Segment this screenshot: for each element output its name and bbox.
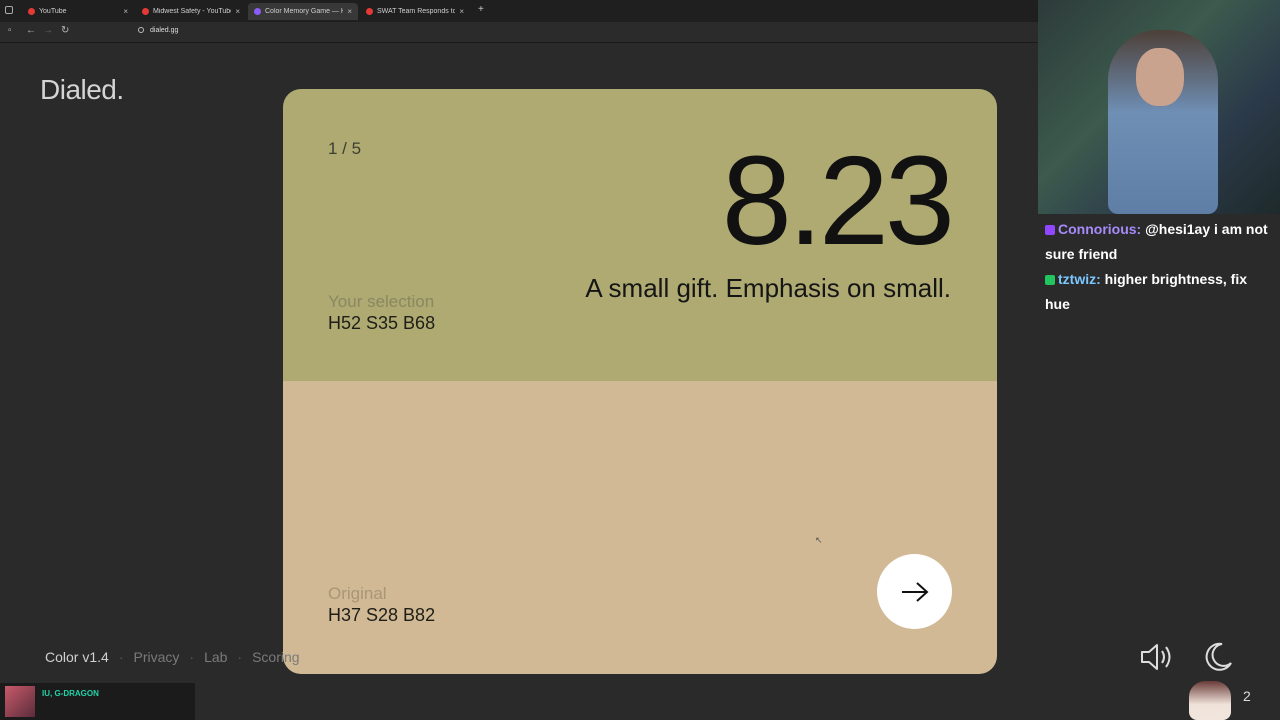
tab-menu-icon[interactable] [5, 6, 13, 14]
selection-value: H52 S35 B68 [328, 313, 436, 333]
next-round-button[interactable] [877, 554, 952, 629]
webcam-overlay [1038, 0, 1280, 214]
tab-title: SWAT Team Responds to Man's [377, 8, 456, 15]
viewer-avatar [1189, 681, 1231, 720]
back-icon[interactable]: ← [26, 25, 36, 36]
now-playing-widget: IU, G-DRAGON [0, 683, 195, 720]
speaker-icon[interactable] [1139, 641, 1175, 673]
logo[interactable]: Dialed. [40, 74, 124, 106]
tab-color-memory-game[interactable]: Color Memory Game — H × [248, 3, 358, 20]
footer-separator: · [189, 649, 195, 665]
round-counter: 1 / 5 [328, 139, 362, 158]
site-info-icon[interactable] [138, 27, 144, 33]
new-tab-icon[interactable]: + [478, 4, 484, 15]
close-tab-icon[interactable]: × [123, 7, 128, 16]
selection-label: Your selection [328, 292, 435, 311]
tab-swat-team[interactable]: SWAT Team Responds to Man's × [360, 3, 470, 20]
result-card: 1 / 5 8.23 A small gift. Emphasis on sma… [283, 89, 997, 674]
footer-scoring-link[interactable]: Scoring [252, 649, 299, 665]
twitch-badge-icon [1045, 225, 1055, 235]
streamer-face [1136, 48, 1184, 106]
reload-icon[interactable]: ↻ [61, 25, 69, 36]
album-art [5, 686, 35, 717]
tab-title: YouTube [39, 8, 67, 15]
original-label: Original [328, 584, 387, 603]
chat-username: tztwiz: [1058, 271, 1101, 287]
browser-tab-bar: YouTube × Midwest Safety - YouTube × Col… [0, 0, 1040, 22]
selection-swatch: 1 / 5 8.23 A small gift. Emphasis on sma… [283, 89, 997, 381]
close-tab-icon[interactable]: × [235, 7, 240, 16]
close-tab-icon[interactable]: × [347, 7, 352, 16]
footer-separator: · [118, 649, 124, 665]
chat-overlay: Connorious: @hesi1ay i am not sure frien… [1045, 217, 1275, 317]
youtube-favicon-icon [366, 8, 373, 15]
score-value: 8.23 [721, 130, 955, 271]
score-tagline: A small gift. Emphasis on small. [585, 273, 951, 303]
youtube-favicon-icon [28, 8, 35, 15]
close-tab-icon[interactable]: × [459, 7, 464, 16]
tab-midwest-safety[interactable]: Midwest Safety - YouTube × [136, 3, 246, 20]
address-bar: ▫ ← → ↻ dialed.gg [0, 22, 1040, 43]
moon-icon[interactable] [1200, 641, 1234, 673]
youtube-favicon-icon [142, 8, 149, 15]
original-swatch: Original H37 S28 B82 [283, 381, 997, 674]
tab-title: Midwest Safety - YouTube [153, 8, 232, 15]
mouse-cursor-icon: ↖ [815, 535, 823, 545]
url-field[interactable]: dialed.gg [150, 27, 178, 34]
tab-youtube[interactable]: YouTube × [22, 3, 134, 20]
dialed-favicon-icon [254, 8, 261, 15]
footer-nav: Color v1.4 · Privacy · Lab · Scoring [45, 649, 300, 665]
tab-title: Color Memory Game — H [265, 8, 344, 15]
now-playing-title: IU, G-DRAGON [42, 689, 99, 698]
chat-message: Connorious: @hesi1ay i am not sure frien… [1045, 217, 1275, 267]
chat-message: tztwiz: higher brightness, fix hue [1045, 267, 1275, 317]
footer-version-link[interactable]: Color v1.4 [45, 649, 109, 665]
arrow-right-icon [901, 581, 928, 602]
footer-lab-link[interactable]: Lab [204, 649, 227, 665]
viewer-count: 2 [1243, 688, 1251, 704]
chat-username: Connorious: [1058, 221, 1142, 237]
footer-separator: · [237, 649, 243, 665]
forward-icon[interactable]: → [43, 25, 53, 36]
footer-privacy-link[interactable]: Privacy [133, 649, 179, 665]
sidebar-toggle-icon[interactable]: ▫ [8, 25, 12, 36]
original-value: H37 S28 B82 [328, 605, 436, 625]
kick-badge-icon [1045, 275, 1055, 285]
